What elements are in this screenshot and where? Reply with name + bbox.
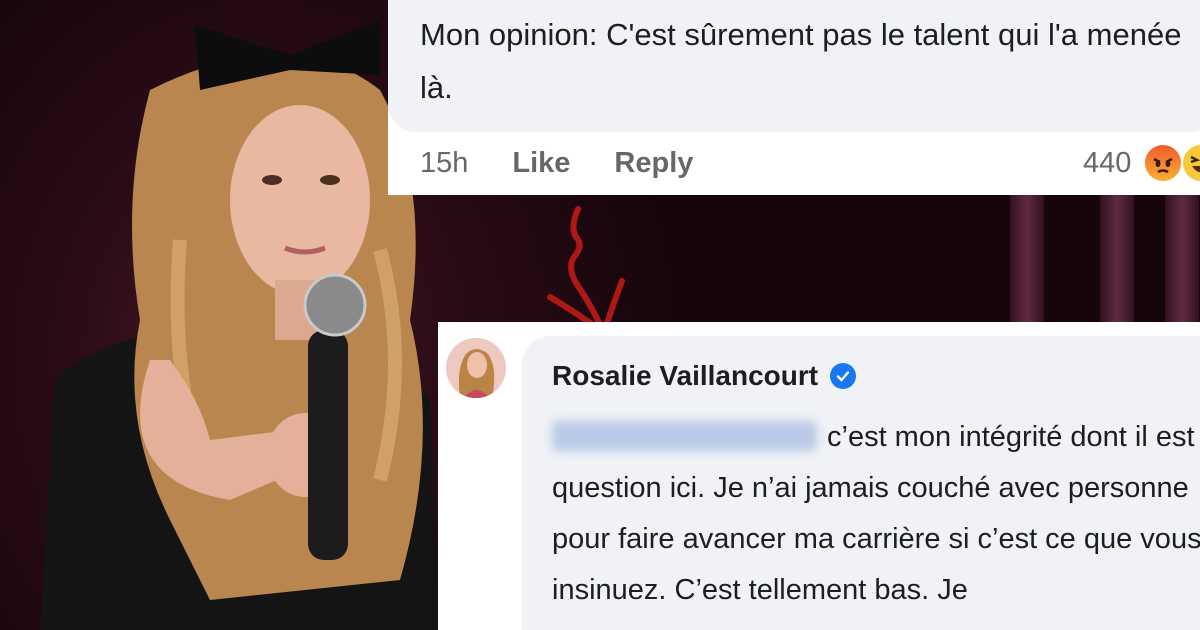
- reply-button[interactable]: Reply: [614, 147, 693, 180]
- comment-card: Mon opinion: C'est sûrement pas le talen…: [388, 0, 1200, 195]
- like-button[interactable]: Like: [512, 147, 570, 180]
- reply-text: c’est mon intégrité dont il est question…: [552, 421, 1200, 606]
- comment-text: Mon opinion: C'est sûrement pas le talen…: [420, 17, 1182, 105]
- haha-emoji-icon: [1181, 143, 1200, 183]
- author-row: Rosalie Vaillancourt: [552, 360, 857, 392]
- avatar[interactable]: [446, 338, 506, 398]
- reaction-summary[interactable]: 440: [1083, 140, 1200, 186]
- author-name[interactable]: Rosalie Vaillancourt: [552, 360, 818, 392]
- reply-bubble: Rosalie Vaillancourt c’est mon intégrité…: [522, 336, 1200, 630]
- reaction-count: 440: [1083, 146, 1132, 179]
- reply-card: Rosalie Vaillancourt c’est mon intégrité…: [438, 322, 1200, 630]
- hand-drawn-arrow-icon: [547, 206, 625, 336]
- avatar-illustration-icon: [446, 338, 506, 398]
- verified-badge-icon: [830, 363, 857, 389]
- angry-emoji-icon: [1143, 143, 1184, 183]
- comment-actions: 15h Like Reply: [420, 143, 693, 183]
- comment-timestamp[interactable]: 15h: [420, 147, 468, 180]
- comment-bubble: Mon opinion: C'est sûrement pas le talen…: [388, 0, 1200, 132]
